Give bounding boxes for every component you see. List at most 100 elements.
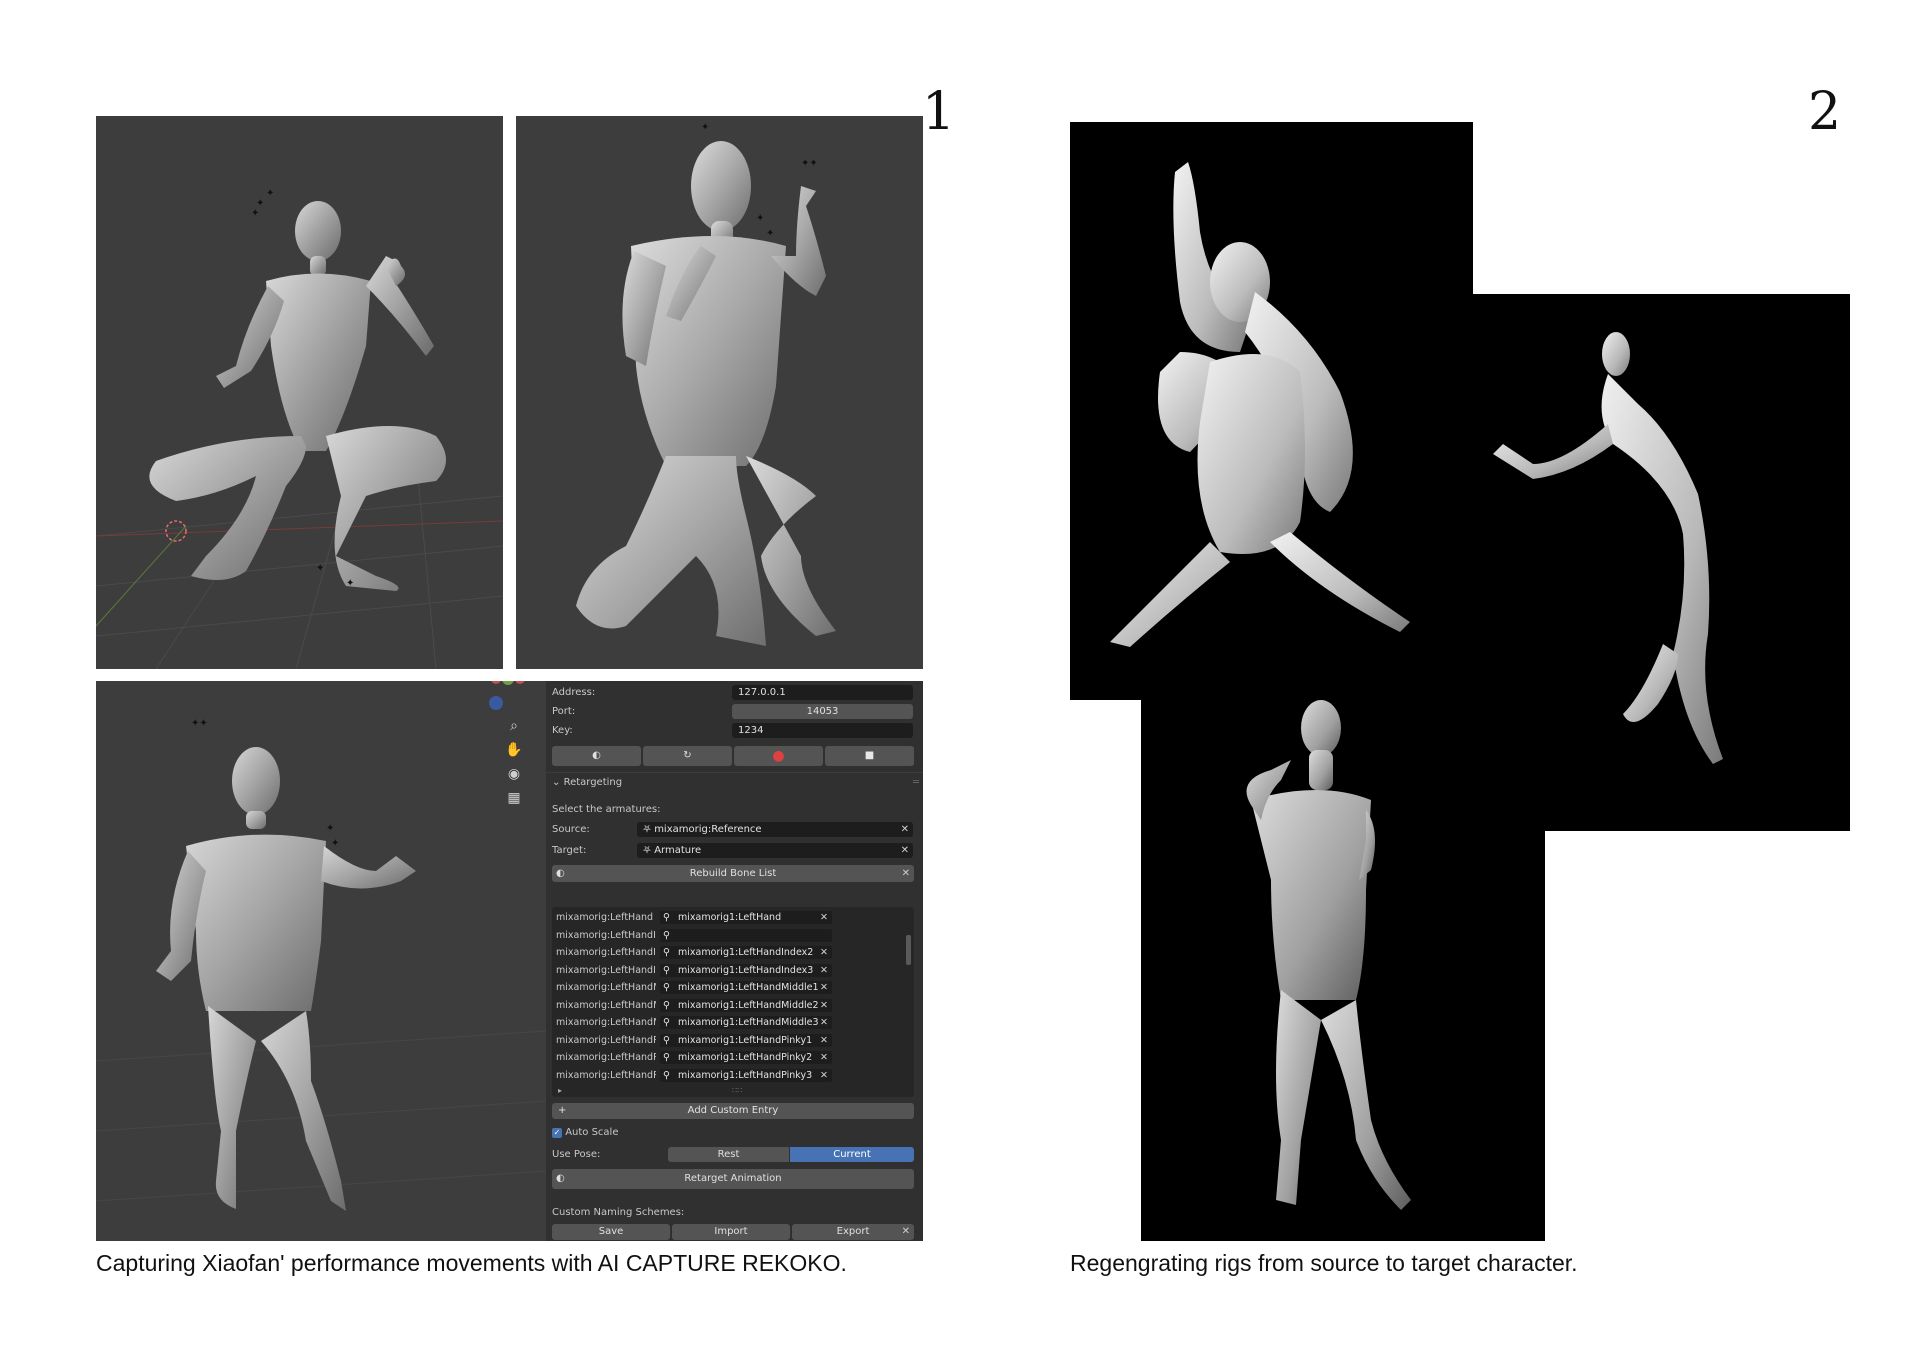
stop-button[interactable]: ■	[825, 746, 914, 766]
svg-text:✦: ✦	[756, 213, 764, 224]
bone-target-field[interactable]: ⚲ mixamorig1:LeftHandMiddle1 ✕	[660, 981, 832, 994]
page-number-right: 2	[1808, 82, 1842, 142]
bone-icon: ⚲	[663, 982, 670, 993]
record-icon: ●	[772, 748, 785, 764]
bone-target-name: mixamorig1:LeftHandIndex3	[678, 964, 814, 976]
bone-mapping-list[interactable]: mixamorig:LeftHand ⚲ mixamorig1:LeftHand ✕ m…	[552, 907, 914, 1097]
connect-icon: ◐	[556, 868, 565, 879]
viewport-kneel-pose[interactable]: ✦✦ ✦ ✦ ✦	[516, 116, 923, 669]
bone-source-name: mixamorig:LeftHandMid...	[556, 999, 656, 1011]
drag-handle-icon[interactable]: ═	[913, 775, 919, 791]
bone-target-field[interactable]: ⚲ mixamorig1:LeftHandPinky2 ✕	[660, 1051, 832, 1064]
resize-grip-icon[interactable]: ∷∷	[732, 1086, 742, 1095]
rebuild-bone-list-button[interactable]: ◐ Rebuild Bone List ✕	[552, 865, 914, 882]
custom-naming-label: Custom Naming Schemes:	[552, 1207, 685, 1218]
source-armature-field[interactable]: ⛧ mixamorig:Reference ✕	[637, 822, 913, 837]
table-row[interactable]: mixamorig:LeftHandInd... ⚲	[552, 928, 914, 943]
clear-icon[interactable]: ✕	[820, 1016, 828, 1029]
bone-source-name: mixamorig:LeftHandInd...	[556, 964, 656, 976]
export-button[interactable]: Export ✕	[792, 1224, 914, 1240]
clear-icon[interactable]: ✕	[820, 911, 828, 924]
armature-icon: ⛧	[643, 845, 651, 856]
clear-icon[interactable]: ✕	[820, 981, 828, 994]
retargeting-header-label: Retargeting	[563, 777, 623, 788]
grid-view-icon[interactable]: ▦	[504, 787, 524, 807]
port-field[interactable]: 14053	[732, 704, 913, 719]
viewport-squat-pose[interactable]: ✦ ✦ ✦ ✦ ✦	[96, 116, 503, 669]
bone-target-field[interactable]: ⚲ mixamorig1:LeftHandPinky1 ✕	[660, 1033, 832, 1047]
rekoko-addon-panel: Address: 127.0.0.1 Port: 14053 Key: 1234…	[546, 681, 923, 1241]
camera-icon[interactable]: ◉	[504, 763, 524, 783]
import-button[interactable]: Import	[672, 1224, 790, 1240]
bone-icon: ⚲	[663, 964, 670, 976]
auto-scale-checkbox[interactable]: ✓ Auto Scale	[552, 1125, 619, 1141]
bone-target-field[interactable]: ⚲ mixamorig1:LeftHand ✕	[660, 911, 832, 924]
bone-icon: ⚲	[663, 1034, 670, 1046]
bone-target-field[interactable]: ⚲ mixamorig1:LeftHandIndex3 ✕	[660, 963, 832, 977]
bone-target-name: mixamorig1:LeftHandMiddle1	[678, 982, 819, 993]
viewport-retarget-workspace[interactable]: ✦✦ ✦ ✦ ⌕ ✋ ◉ ▦ Address: 127.0.0.1 Port: 14…	[96, 681, 923, 1241]
bone-target-name: mixamorig1:LeftHandMiddle2	[678, 999, 819, 1011]
pose-rest-button[interactable]: Rest	[668, 1147, 789, 1162]
table-row[interactable]: mixamorig:LeftHand ⚲ mixamorig1:LeftHand ✕	[552, 911, 914, 925]
bone-source-name: mixamorig:LeftHand	[556, 912, 654, 923]
source-label: Source:	[552, 824, 590, 835]
zoom-icon[interactable]: ⌕	[504, 715, 524, 735]
clear-icon[interactable]: ✕	[820, 1034, 828, 1047]
svg-text:✦: ✦	[316, 563, 324, 574]
clear-icon[interactable]: ✕	[820, 999, 828, 1012]
table-row[interactable]: mixamorig:LeftHandPink ⚲ mixamorig1:LeftHa…	[552, 1033, 914, 1048]
source-armature-value: mixamorig:Reference	[654, 824, 762, 835]
table-row[interactable]: mixamorig:LeftHandInd... ⚲ mixamorig1:Left…	[552, 963, 914, 978]
clear-icon[interactable]: ✕	[820, 964, 828, 977]
caption-right: Regengrating rigs from source to target …	[1070, 1250, 1578, 1276]
add-custom-entry-button[interactable]: + Add Custom Entry	[552, 1103, 914, 1119]
bone-target-field[interactable]: ⚲ mixamorig1:LeftHandMiddle3 ✕	[660, 1016, 832, 1029]
key-field[interactable]: 1234	[732, 723, 913, 738]
table-row[interactable]: mixamorig:LeftHandPink ⚲ mixamorig1:LeftHa…	[552, 1068, 914, 1083]
divider	[546, 772, 923, 773]
checkbox-checked-icon: ✓	[552, 1128, 562, 1138]
auto-scale-label: Auto Scale	[565, 1127, 619, 1138]
target-armature-field[interactable]: ⛧ Armature ✕	[637, 843, 913, 858]
list-scrollbar[interactable]	[906, 935, 911, 965]
bone-target-field[interactable]: ⚲ mixamorig1:LeftHandIndex2 ✕	[660, 946, 832, 959]
expand-arrow-icon[interactable]: ▸	[558, 1086, 562, 1095]
bone-target-field[interactable]: ⚲	[660, 928, 832, 942]
table-row[interactable]: mixamorig:LeftHandMid... ⚲ mixamorig1:Left…	[552, 981, 914, 995]
bone-icon: ⚲	[663, 1052, 670, 1063]
rebuild-bone-list-label: Rebuild Bone List	[689, 868, 777, 879]
clear-icon[interactable]: ✕	[901, 822, 909, 837]
retarget-animation-label: Retarget Animation	[684, 1173, 782, 1184]
plus-icon: +	[558, 1105, 567, 1116]
pan-hand-icon[interactable]: ✋	[504, 739, 524, 759]
add-custom-entry-label: Add Custom Entry	[687, 1105, 779, 1116]
bone-target-field[interactable]: ⚲ mixamorig1:LeftHandMiddle2 ✕	[660, 998, 832, 1012]
standing-character-render	[1246, 700, 1411, 1210]
bone-icon: ⚲	[663, 912, 670, 923]
bone-target-name: mixamorig1:LeftHandPinky3	[678, 1069, 813, 1081]
clear-icon[interactable]: ✕	[902, 865, 910, 882]
bone-target-field[interactable]: ⚲ mixamorig1:LeftHandPinky3 ✕	[660, 1068, 832, 1082]
refresh-button[interactable]: ↻	[643, 746, 732, 766]
clear-icon[interactable]: ✕	[902, 1224, 910, 1240]
bone-source-name: mixamorig:LeftHandInd...	[556, 929, 656, 941]
table-row[interactable]: mixamorig:LeftHandPink ⚲ mixamorig1:LeftHa…	[552, 1051, 914, 1065]
record-button[interactable]: ●	[734, 746, 823, 766]
table-row[interactable]: mixamorig:LeftHandMid... ⚲ mixamorig1:Left…	[552, 1016, 914, 1030]
connect-button[interactable]: ◐	[552, 746, 641, 766]
table-row[interactable]: mixamorig:LeftHandMid... ⚲ mixamorig1:Left…	[552, 998, 914, 1013]
clear-icon[interactable]: ✕	[901, 843, 909, 858]
clear-icon[interactable]: ✕	[820, 1069, 828, 1082]
table-row[interactable]: mixamorig:LeftHandInd... ⚲ mixamorig1:Left…	[552, 946, 914, 960]
retarget-animation-button[interactable]: ◐ Retarget Animation	[552, 1169, 914, 1189]
save-button[interactable]: Save	[552, 1224, 670, 1240]
address-field[interactable]: 127.0.0.1	[732, 685, 913, 700]
svg-text:✦✦: ✦✦	[191, 718, 208, 729]
retargeting-section-header[interactable]: ⌄ Retargeting ═	[546, 775, 923, 791]
address-label: Address:	[552, 687, 596, 698]
clear-icon[interactable]: ✕	[820, 946, 828, 959]
pose-current-button[interactable]: Current	[790, 1147, 914, 1162]
clear-icon[interactable]: ✕	[820, 1051, 828, 1064]
bone-icon: ⚲	[663, 1069, 670, 1081]
